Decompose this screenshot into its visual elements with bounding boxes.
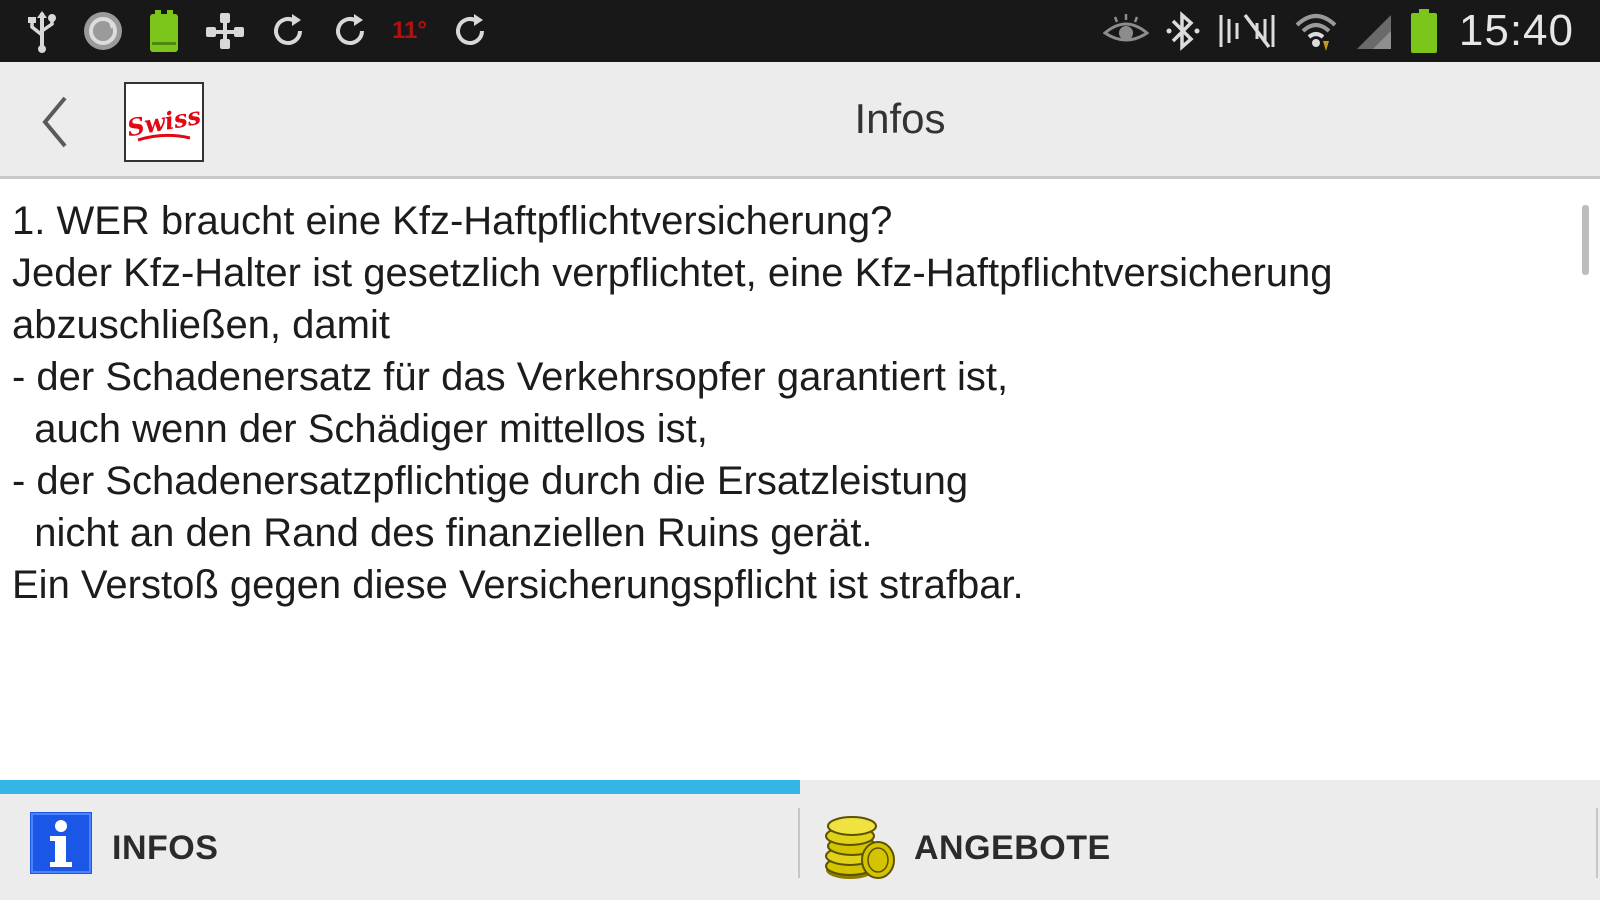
- tab-divider: [1596, 808, 1598, 878]
- bluetooth-icon: [1166, 11, 1200, 51]
- status-bar: 11° 15:40: [0, 0, 1600, 62]
- content-line: Jeder Kfz-Halter ist gesetzlich verpflic…: [12, 251, 1333, 295]
- content-bullet-line: nicht an den Rand des finanziellen Ruins…: [12, 511, 873, 555]
- usb-icon: [28, 11, 56, 53]
- content-bullet-line: - der Schadenersatzpflichtige durch die …: [12, 459, 969, 503]
- status-notification-icons: 11°: [24, 0, 491, 62]
- content-heading: 1. WER braucht eine Kfz-Haftpflichtversi…: [12, 199, 893, 243]
- content-bullet-line: - der Schadenersatz für das Verkehrsopfe…: [12, 355, 1009, 399]
- info-content[interactable]: 1. WER braucht eine Kfz-Haftpflichtversi…: [0, 179, 1580, 780]
- temperature-icon: 11°: [392, 17, 427, 44]
- back-button[interactable]: [30, 92, 80, 152]
- action-bar: Swiss Infos: [0, 62, 1600, 179]
- wifi-icon: [1295, 14, 1337, 51]
- content-line: abzuschließen, damit: [12, 303, 390, 347]
- tab-infos[interactable]: INFOS: [0, 780, 800, 900]
- page-title: Infos: [854, 95, 946, 142]
- nfc-mute-icon: [1219, 13, 1275, 49]
- status-system-icons: 15:40: [1102, 0, 1574, 62]
- coins-icon: [825, 816, 895, 879]
- network-transfer-icon: [206, 13, 244, 49]
- refresh-icon: [455, 14, 484, 45]
- status-clock: 15:40: [1458, 6, 1574, 55]
- tab-infos-label: INFOS: [112, 828, 219, 867]
- refresh-icon: [336, 14, 364, 45]
- content-bullet-line: auch wenn der Schädiger mittellos ist,: [12, 407, 708, 451]
- content-line: Ein Verstoß gegen diese Versicherungspfl…: [12, 563, 1024, 607]
- content-scrollbar[interactable]: [1582, 205, 1589, 275]
- sync-circle-icon: [84, 12, 122, 50]
- tab-bar: INFOS ANGEBOTE: [0, 780, 1600, 900]
- tab-angebote-label: ANGEBOTE: [914, 828, 1111, 867]
- tab-angebote[interactable]: ANGEBOTE: [800, 780, 1600, 900]
- battery-icon: [1410, 9, 1437, 53]
- eye-icon: [1102, 14, 1149, 42]
- cell-signal-icon: [1356, 15, 1391, 49]
- info-icon: [30, 812, 92, 874]
- chevron-left-icon: [42, 96, 67, 148]
- refresh-icon: [274, 14, 302, 45]
- android-icon: [150, 10, 178, 52]
- app-logo[interactable]: Swiss: [124, 82, 204, 162]
